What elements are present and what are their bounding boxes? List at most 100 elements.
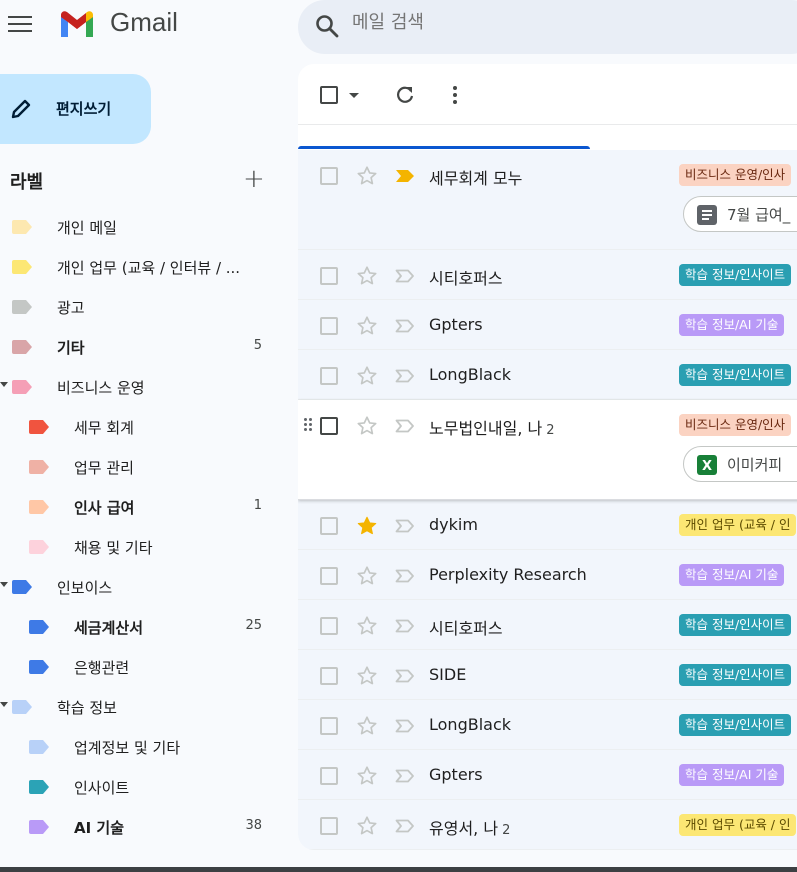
importance-marker-icon[interactable] xyxy=(395,318,415,333)
label-item[interactable]: 세무 회계 xyxy=(0,407,290,447)
email-row[interactable]: 노무법인내일, 나 2 비즈니스 운영/인사 X 이미커피 xyxy=(298,400,797,500)
email-label-chip[interactable]: 개인 업무 (교육 / 인 xyxy=(679,514,797,536)
email-checkbox[interactable] xyxy=(320,567,338,585)
email-sender: Gpters xyxy=(429,315,483,334)
email-label-chip[interactable]: 학습 정보/인사이트 xyxy=(679,664,792,686)
label-item[interactable]: 세금계산서 25 xyxy=(0,607,290,647)
email-row[interactable]: Perplexity Research 학습 정보/AI 기술 xyxy=(298,550,797,600)
email-checkbox[interactable] xyxy=(320,817,338,835)
thread-count: 2 xyxy=(546,423,555,438)
email-checkbox[interactable] xyxy=(320,717,338,735)
importance-marker-icon[interactable] xyxy=(395,368,415,383)
label-tag-icon xyxy=(29,460,49,474)
email-checkbox[interactable] xyxy=(320,317,338,335)
gmail-logo-icon[interactable] xyxy=(58,9,96,39)
email-row[interactable]: dykim 개인 업무 (교육 / 인 xyxy=(298,500,797,550)
importance-marker-icon[interactable] xyxy=(395,518,415,533)
label-name: 인보이스 xyxy=(57,579,113,597)
label-item[interactable]: 광고 xyxy=(0,287,290,327)
email-row[interactable]: 유영서, 나 2 개인 업무 (교육 / 인 xyxy=(298,800,797,850)
star-icon[interactable] xyxy=(356,515,378,537)
drag-handle-icon[interactable] xyxy=(304,418,316,434)
importance-marker-icon[interactable] xyxy=(395,568,415,583)
select-all-checkbox[interactable] xyxy=(320,86,338,104)
email-checkbox[interactable] xyxy=(320,267,338,285)
label-item[interactable]: 개인 업무 (교육 / 인터뷰 / ... xyxy=(0,247,290,287)
email-row[interactable]: 시티호퍼스 학습 정보/인사이트 xyxy=(298,600,797,650)
email-label-chip[interactable]: 학습 정보/AI 기술 xyxy=(679,764,785,786)
email-row[interactable]: SIDE 학습 정보/인사이트 xyxy=(298,650,797,700)
email-row[interactable]: 시티호퍼스 학습 정보/인사이트 xyxy=(298,250,797,300)
email-row[interactable]: Gpters 학습 정보/AI 기술 xyxy=(298,750,797,800)
label-tag-icon xyxy=(29,740,49,754)
expand-caret-icon[interactable] xyxy=(0,582,8,587)
label-item[interactable]: 인사 급여 1 xyxy=(0,487,290,527)
importance-marker-icon[interactable] xyxy=(395,718,415,733)
email-label-chip[interactable]: 비즈니스 운영/인사 xyxy=(679,164,792,186)
refresh-icon[interactable] xyxy=(394,84,416,106)
star-icon[interactable] xyxy=(356,315,378,337)
star-icon[interactable] xyxy=(356,165,378,187)
email-label-chip[interactable]: 비즈니스 운영/인사 xyxy=(679,414,792,436)
star-icon[interactable] xyxy=(356,565,378,587)
star-icon[interactable] xyxy=(356,265,378,287)
main-menu-button[interactable] xyxy=(8,8,36,40)
toolbar-divider xyxy=(298,124,797,125)
email-label-chip[interactable]: 학습 정보/인사이트 xyxy=(679,714,792,736)
label-item[interactable]: 업계정보 및 기타 xyxy=(0,727,290,767)
email-checkbox[interactable] xyxy=(320,517,338,535)
star-icon[interactable] xyxy=(356,415,378,437)
add-label-icon[interactable]: + xyxy=(243,164,265,194)
email-row[interactable]: Gpters 학습 정보/AI 기술 xyxy=(298,300,797,350)
attachment-chip[interactable]: X 이미커피 xyxy=(683,446,797,482)
label-item[interactable]: 은행관련 xyxy=(0,647,290,687)
star-icon[interactable] xyxy=(356,715,378,737)
label-item[interactable]: 학습 정보 xyxy=(0,687,290,727)
label-item[interactable]: 비즈니스 운영 xyxy=(0,367,290,407)
search-bar[interactable] xyxy=(298,0,797,54)
email-checkbox[interactable] xyxy=(320,167,338,185)
select-dropdown-icon[interactable] xyxy=(349,93,359,98)
email-label-chip[interactable]: 학습 정보/인사이트 xyxy=(679,264,792,286)
label-item[interactable]: AI 기술 38 xyxy=(0,807,290,847)
importance-marker-icon[interactable] xyxy=(395,818,415,833)
importance-marker-icon[interactable] xyxy=(395,668,415,683)
star-icon[interactable] xyxy=(356,765,378,787)
attachment-chip[interactable]: 7월 급여_ xyxy=(683,196,797,232)
search-input[interactable] xyxy=(352,12,652,33)
email-row[interactable]: 세무회계 모누 비즈니스 운영/인사 7월 급여_ xyxy=(298,150,797,250)
email-label-chip[interactable]: 개인 업무 (교육 / 인 xyxy=(679,814,797,836)
app-title[interactable]: Gmail xyxy=(110,7,178,38)
email-label-chip[interactable]: 학습 정보/AI 기술 xyxy=(679,564,785,586)
label-item[interactable]: 인사이트 xyxy=(0,767,290,807)
label-item[interactable]: 업무 관리 xyxy=(0,447,290,487)
email-checkbox[interactable] xyxy=(320,417,338,435)
star-icon[interactable] xyxy=(356,815,378,837)
label-item[interactable]: 개인 메일 xyxy=(0,207,290,247)
email-label-chip[interactable]: 학습 정보/AI 기술 xyxy=(679,314,785,336)
email-label-chip[interactable]: 학습 정보/인사이트 xyxy=(679,614,792,636)
importance-marker-icon[interactable] xyxy=(395,418,415,433)
email-checkbox[interactable] xyxy=(320,617,338,635)
expand-caret-icon[interactable] xyxy=(0,702,8,707)
importance-marker-icon[interactable] xyxy=(395,268,415,283)
label-item[interactable]: 기타 5 xyxy=(0,327,290,367)
importance-marker-icon[interactable] xyxy=(395,168,415,182)
more-options-icon[interactable] xyxy=(452,85,458,105)
importance-marker-icon[interactable] xyxy=(395,618,415,633)
expand-caret-icon[interactable] xyxy=(0,382,8,387)
email-row[interactable]: LongBlack 학습 정보/인사이트 xyxy=(298,700,797,750)
compose-button[interactable]: 편지쓰기 xyxy=(0,74,151,144)
star-icon[interactable] xyxy=(356,365,378,387)
label-item[interactable]: 채용 및 기타 xyxy=(0,527,290,567)
email-row[interactable]: LongBlack 학습 정보/인사이트 xyxy=(298,350,797,400)
email-checkbox[interactable] xyxy=(320,667,338,685)
star-icon[interactable] xyxy=(356,665,378,687)
email-label-chip[interactable]: 학습 정보/인사이트 xyxy=(679,364,792,386)
search-icon[interactable] xyxy=(314,13,340,39)
label-item[interactable]: 인보이스 xyxy=(0,567,290,607)
star-icon[interactable] xyxy=(356,615,378,637)
email-checkbox[interactable] xyxy=(320,367,338,385)
email-checkbox[interactable] xyxy=(320,767,338,785)
importance-marker-icon[interactable] xyxy=(395,768,415,783)
